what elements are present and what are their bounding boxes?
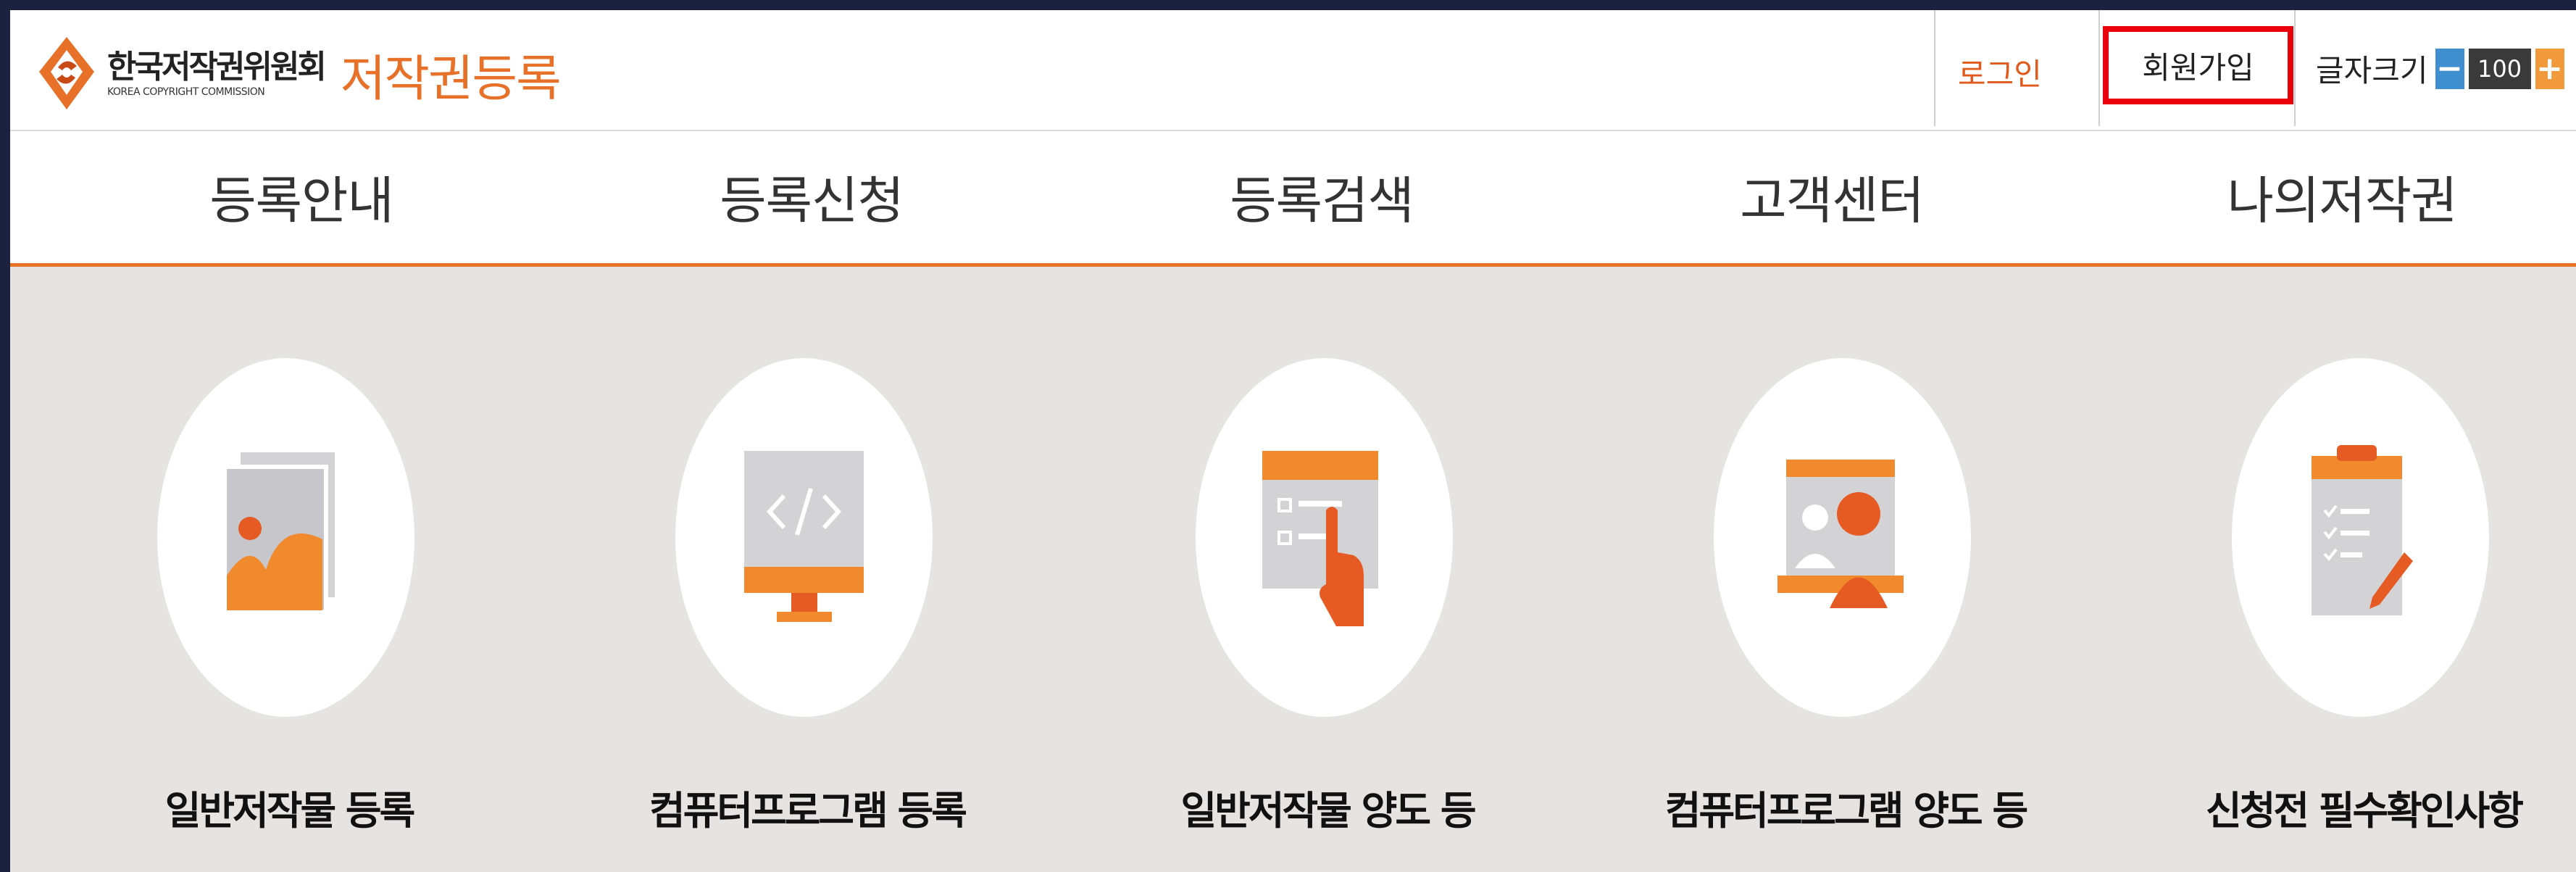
card-label: 신청전 필수확인사항 bbox=[2206, 788, 2524, 834]
document-hand-icon bbox=[1262, 451, 1378, 626]
card-icon-circle bbox=[2232, 358, 2489, 717]
site-logo[interactable]: 한국저작권위원회 KOREA COPYRIGHT COMMISSION 저작권등… bbox=[36, 30, 562, 117]
card-label: 일반저작물 등록 bbox=[164, 788, 416, 834]
font-size-control: 글자크기 − 100 + bbox=[2316, 46, 2564, 91]
org-subtitle: KOREA COPYRIGHT COMMISSION bbox=[107, 86, 265, 98]
top-bar: 한국저작권위원회 KOREA COPYRIGHT COMMISSION 저작권등… bbox=[10, 10, 2576, 131]
card-label: 컴퓨터프로그램 양도 등 bbox=[1664, 788, 2028, 834]
person-screen-icon bbox=[1777, 460, 1904, 608]
card-icon-circle bbox=[675, 358, 933, 717]
card-label: 일반저작물 양도 등 bbox=[1180, 788, 1476, 834]
image-icon bbox=[222, 452, 335, 614]
divider bbox=[2098, 10, 2100, 126]
service-name: 저작권등록 bbox=[340, 50, 562, 108]
main-nav: 등록안내 등록신청 등록검색 고객센터 나의저작권 bbox=[10, 131, 2576, 267]
nav-item-registration-guide[interactable]: 등록안내 bbox=[120, 160, 483, 233]
divider bbox=[2294, 10, 2296, 126]
card-icon-circle bbox=[1196, 358, 1453, 717]
signup-label: 회원가입 bbox=[2142, 49, 2254, 86]
font-size-increase-button[interactable]: + bbox=[2535, 48, 2564, 89]
divider bbox=[1934, 10, 1935, 126]
code-monitor-icon bbox=[744, 451, 864, 622]
card-icon-circle bbox=[157, 358, 414, 717]
logo-text: 한국저작권위원회 KOREA COPYRIGHT COMMISSION bbox=[107, 49, 327, 99]
nav-item-my-copyright[interactable]: 나의저작권 bbox=[2161, 160, 2523, 233]
font-size-label: 글자크기 bbox=[2316, 53, 2428, 88]
clipboard-checklist-icon bbox=[2312, 445, 2413, 615]
commission-logo-icon bbox=[39, 37, 94, 109]
card-label: 컴퓨터프로그램 등록 bbox=[649, 788, 967, 834]
page: 한국저작권위원회 KOREA COPYRIGHT COMMISSION 저작권등… bbox=[10, 10, 2576, 872]
signup-link[interactable]: 회원가입 bbox=[2103, 26, 2293, 104]
card-icon-circle bbox=[1714, 358, 1971, 717]
nav-item-registration-apply[interactable]: 등록신청 bbox=[630, 160, 993, 233]
nav-item-customer-center[interactable]: 고객센터 bbox=[1651, 160, 2013, 233]
font-size-value: 100 bbox=[2468, 48, 2531, 89]
login-link[interactable]: 로그인 bbox=[1958, 50, 2042, 94]
font-size-decrease-button[interactable]: − bbox=[2435, 48, 2464, 89]
nav-item-registration-search[interactable]: 등록검색 bbox=[1141, 160, 1503, 233]
org-name: 한국저작권위원회 bbox=[107, 49, 327, 86]
